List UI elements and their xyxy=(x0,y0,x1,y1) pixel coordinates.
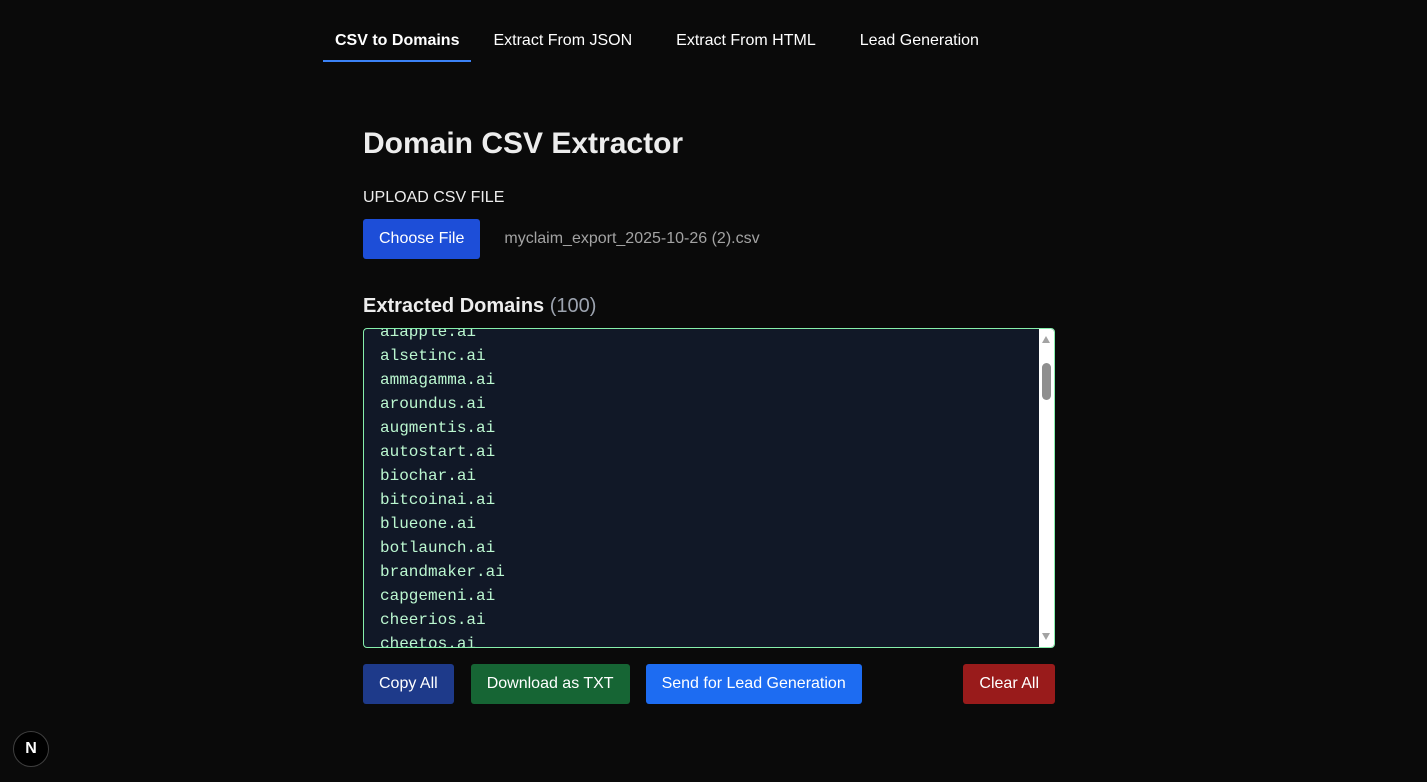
domain-item: blueone.ai xyxy=(380,515,477,533)
upload-label: UPLOAD CSV FILE xyxy=(363,189,505,206)
extracted-domains-title: Extracted Domains xyxy=(363,295,545,317)
domain-item: bitcoinai.ai xyxy=(380,491,496,509)
tab-extract-from-json[interactable]: Extract From JSON xyxy=(471,22,654,62)
domain-item: capgemeni.ai xyxy=(380,587,496,605)
extracted-domains-heading: Extracted Domains (100) xyxy=(363,294,1055,318)
domain-item: cheetos.ai xyxy=(380,635,477,648)
download-txt-button[interactable]: Download as TXT xyxy=(470,664,630,704)
clear-all-button[interactable]: Clear All xyxy=(963,664,1055,704)
domain-count: (100) xyxy=(549,295,597,317)
copy-all-button[interactable]: Copy All xyxy=(363,664,454,704)
domain-item: biochar.ai xyxy=(380,467,477,485)
domain-item: aiapple.ai xyxy=(380,328,477,341)
scroll-up-arrow-icon[interactable] xyxy=(1042,336,1050,343)
choose-file-button[interactable]: Choose File xyxy=(363,219,481,259)
tab-bar: CSV to Domains Extract From JSON Extract… xyxy=(323,22,1001,62)
page: CSV to Domains Extract From JSON Extract… xyxy=(0,0,1427,782)
domain-item: autostart.ai xyxy=(380,443,496,461)
scroll-thumb[interactable] xyxy=(1042,363,1051,400)
selected-file-name: myclaim_export_2025-10-26 (2).csv xyxy=(504,230,760,247)
domain-item: ammagamma.ai xyxy=(380,371,496,389)
send-lead-generation-button[interactable]: Send for Lead Generation xyxy=(645,664,862,704)
domain-item: cheerios.ai xyxy=(380,611,486,629)
tab-lead-generation[interactable]: Lead Generation xyxy=(838,22,1001,62)
scrollbar[interactable] xyxy=(1039,329,1054,647)
domain-item: botlaunch.ai xyxy=(380,539,496,557)
domain-item: aroundus.ai xyxy=(380,395,486,413)
tab-csv-to-domains[interactable]: CSV to Domains xyxy=(323,22,472,62)
domain-item: augmentis.ai xyxy=(380,419,496,437)
scroll-down-arrow-icon[interactable] xyxy=(1042,633,1050,640)
domain-item: alsetinc.ai xyxy=(380,347,486,365)
main-panel: Domain CSV Extractor UPLOAD CSV FILE Cho… xyxy=(363,120,1055,704)
file-input-row: Choose File myclaim_export_2025-10-26 (2… xyxy=(363,219,1055,259)
domains-textarea[interactable]: aiapple.ai alsetinc.ai ammagamma.ai aroundu… xyxy=(363,328,1055,648)
page-title: Domain CSV Extractor xyxy=(363,127,684,160)
nextjs-logo-icon[interactable]: N xyxy=(13,731,49,767)
domain-list: aiapple.ai alsetinc.ai ammagamma.ai aroundu… xyxy=(380,328,1036,648)
tab-extract-from-html[interactable]: Extract From HTML xyxy=(654,22,838,62)
domain-item: brandmaker.ai xyxy=(380,563,505,581)
action-bar: Copy All Download as TXT Send for Lead G… xyxy=(363,664,1055,704)
